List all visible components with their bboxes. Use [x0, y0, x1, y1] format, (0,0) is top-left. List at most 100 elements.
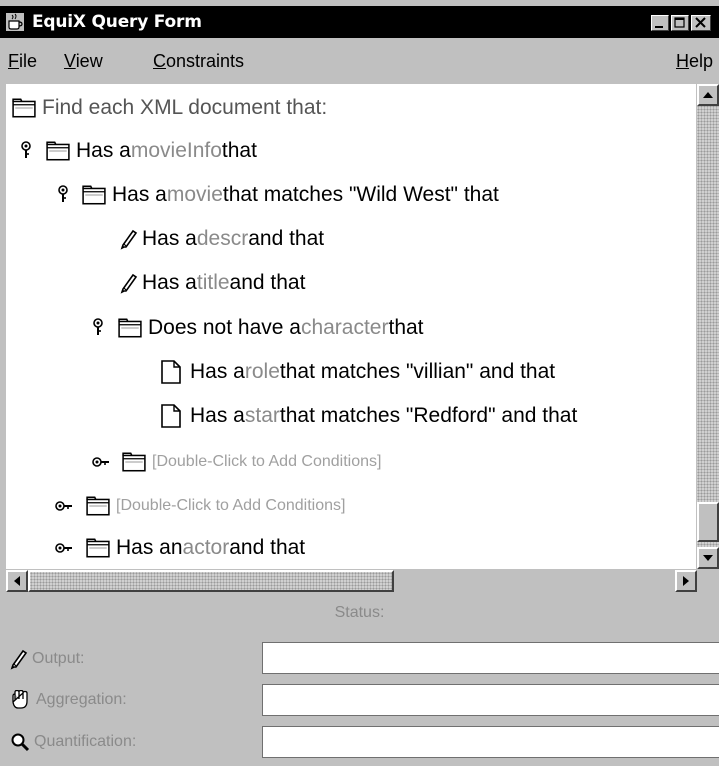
node-text: that matches "villian" and that [279, 360, 556, 383]
pencil-icon [10, 648, 28, 670]
minimize-button[interactable] [651, 15, 669, 31]
menu-view-label: iew [75, 51, 103, 71]
node-text: and that [248, 227, 325, 250]
minimize-icon [655, 26, 663, 28]
tree-node-star[interactable]: Has a star that matches "Redford" and th… [160, 398, 577, 434]
node-keyword: star [244, 404, 280, 427]
aggregation-field[interactable] [262, 684, 719, 716]
output-field[interactable] [262, 642, 719, 674]
node-keyword: character [300, 316, 389, 339]
pencil-icon [120, 272, 138, 294]
tree-node-movieinfo[interactable]: Has a movieInfo that [46, 133, 257, 169]
collapsed-handle-icon[interactable] [55, 542, 73, 554]
node-placeholder-text: [Double-Click to Add Conditions] [152, 453, 382, 470]
horizontal-scrollbar[interactable] [6, 570, 719, 592]
menu-constraints[interactable]: Constraints [153, 51, 244, 72]
quantification-label: Quantification: [34, 733, 137, 750]
title-bar[interactable]: EquiX Query Form [0, 6, 719, 38]
node-keyword: role [244, 360, 280, 383]
aggregation-row: Aggregation: [0, 682, 719, 718]
document-icon [160, 404, 182, 428]
scroll-up-button[interactable] [697, 84, 719, 106]
menu-file[interactable]: File [8, 51, 37, 72]
status-label: Status: [334, 604, 385, 621]
close-icon [695, 17, 706, 28]
expand-handle-icon[interactable] [57, 185, 69, 203]
node-placeholder-text: [Double-Click to Add Conditions] [116, 497, 346, 514]
node-keyword: movie [166, 183, 223, 206]
node-text: Has a [112, 183, 167, 206]
node-text: Has a [190, 360, 245, 383]
quantification-row: Quantification: [0, 724, 719, 760]
tree-node-character[interactable]: Does not have a character that [118, 310, 424, 346]
node-text: Has a [190, 404, 245, 427]
node-keyword: movieInfo [130, 139, 222, 162]
window-title: EquiX Query Form [32, 12, 202, 32]
collapsed-handle-icon[interactable] [92, 456, 110, 468]
node-keyword: title [196, 271, 230, 294]
document-icon [160, 360, 182, 384]
node-text: that matches "Redford" and that [279, 404, 578, 427]
menu-constraints-mnemonic: C [153, 51, 166, 71]
vertical-scroll-thumb[interactable] [697, 502, 719, 542]
node-text: and that [229, 536, 306, 559]
folder-icon [12, 98, 36, 118]
hand-icon [12, 690, 28, 709]
maximize-icon [674, 17, 685, 28]
node-text: Has a [76, 139, 131, 162]
folder-icon [86, 496, 110, 516]
tree-node-add-conditions[interactable]: [Double-Click to Add Conditions] [86, 488, 345, 524]
output-label-wrap: Output: [10, 648, 84, 670]
magnifier-icon [11, 733, 30, 752]
equix-window: EquiX Query Form File View Constraints H… [0, 0, 719, 766]
arrow-left-icon [14, 576, 20, 586]
node-text: Has a [142, 227, 197, 250]
node-text: that [388, 316, 424, 339]
folder-icon [82, 185, 106, 205]
arrow-up-icon [703, 92, 713, 98]
pencil-icon [120, 228, 138, 250]
node-keyword: actor [182, 536, 230, 559]
node-text: that [221, 139, 257, 162]
collapsed-handle-icon[interactable] [55, 500, 73, 512]
quantification-field[interactable] [262, 726, 719, 758]
folder-icon [122, 452, 146, 472]
output-row: Output: [0, 640, 719, 676]
tree-node-role[interactable]: Has a role that matches "villian" and th… [160, 354, 555, 390]
horizontal-scroll-thumb[interactable] [28, 570, 394, 592]
menu-file-label: ile [19, 51, 38, 71]
quantification-label-wrap: Quantification: [10, 732, 136, 752]
tree-node-descr[interactable]: Has a descr and that [120, 221, 324, 257]
menu-bar: File View Constraints Help [0, 38, 719, 82]
query-tree: Find each XML document that: Has a movie… [6, 84, 696, 569]
tree-node-movie[interactable]: Has a movie that matches "Wild West" tha… [82, 177, 499, 213]
menu-file-mnemonic: F [8, 51, 19, 71]
scroll-right-button[interactable] [675, 570, 697, 592]
maximize-button[interactable] [671, 15, 689, 31]
expand-handle-icon[interactable] [20, 141, 32, 159]
arrow-down-icon [703, 555, 713, 561]
menu-view[interactable]: View [64, 51, 103, 72]
menu-help-label: elp [689, 51, 714, 71]
tree-node-add-conditions[interactable]: [Double-Click to Add Conditions] [122, 444, 381, 480]
menu-help-mnemonic: H [676, 51, 689, 71]
scroll-left-button[interactable] [6, 570, 28, 592]
tree-root-node[interactable]: Find each XML document that: [12, 90, 327, 126]
menu-help[interactable]: Help [676, 51, 713, 72]
expand-handle-icon[interactable] [92, 318, 104, 336]
folder-icon [86, 538, 110, 558]
vertical-scrollbar[interactable] [697, 84, 719, 569]
close-button[interactable] [691, 15, 711, 31]
scroll-down-button[interactable] [697, 547, 719, 569]
folder-icon [46, 141, 70, 161]
tree-node-actor[interactable]: Has an actor and that [86, 530, 305, 566]
menu-constraints-label: onstraints [166, 51, 245, 71]
tree-root-label: Find each XML document that: [42, 96, 328, 119]
tree-node-title[interactable]: Has a title and that [120, 265, 305, 301]
node-keyword: descr [196, 227, 249, 250]
java-cup-icon [6, 13, 24, 31]
arrow-right-icon [683, 576, 689, 586]
node-text: Has a [142, 271, 197, 294]
menu-view-mnemonic: V [64, 51, 76, 71]
folder-icon [118, 318, 142, 338]
